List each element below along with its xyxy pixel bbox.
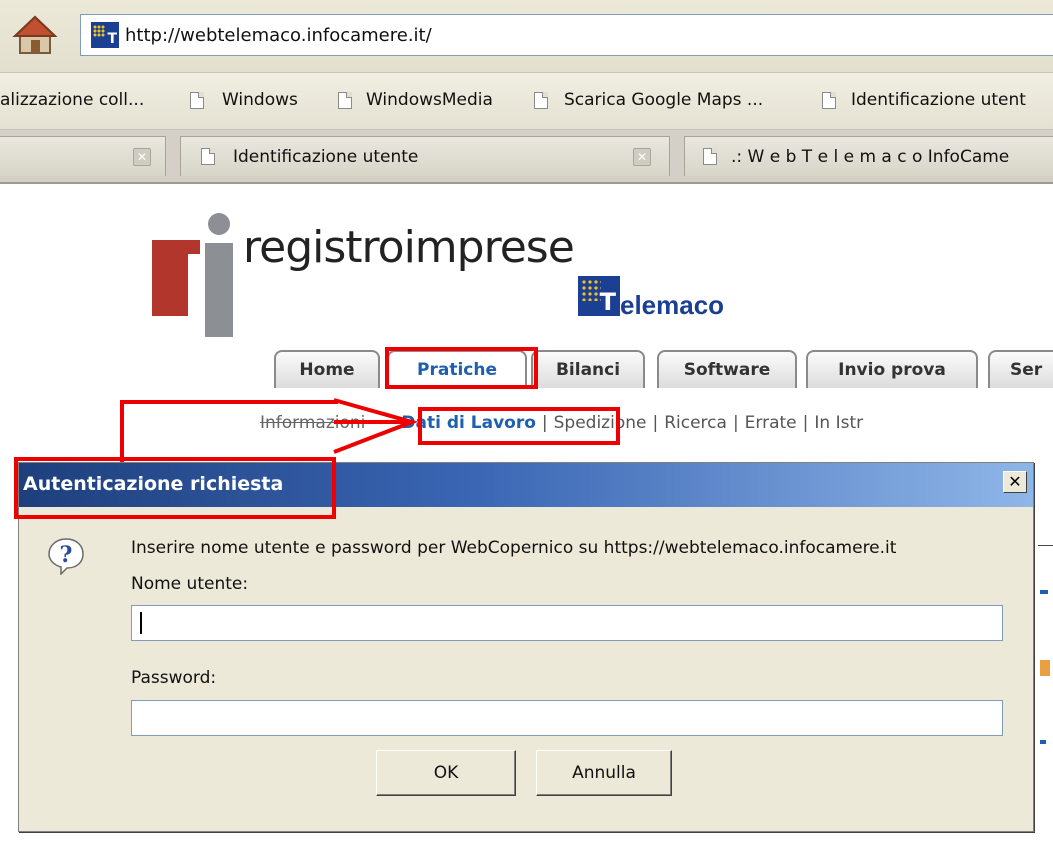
bookmark-item[interactable]: alizzazione coll... [0,90,144,110]
cancel-button[interactable]: Annulla [536,750,672,796]
annotation-arrow-line [120,400,338,404]
url-text[interactable]: http://webtelemaco.infocamere.it/ [125,25,432,46]
site-tab-servizi[interactable]: Ser [988,350,1053,388]
svg-text:?: ? [60,542,73,568]
subnav-separator: | [652,413,659,433]
site-tab-bilanci[interactable]: Bilanci [531,350,645,388]
page-icon [822,92,836,109]
bookmark-item[interactable]: WindowsMedia [366,90,493,110]
page-divider [1038,545,1053,546]
bookmark-item[interactable]: Scarica Google Maps ... [564,90,763,110]
page-fragment [1040,740,1046,744]
home-icon[interactable] [12,14,58,56]
annotation-arrow-head [333,398,419,454]
site-favicon: T [91,22,119,48]
username-label: Nome utente: [131,574,249,594]
site-tab-software[interactable]: Software [657,350,797,388]
logo-mark-grey [205,243,233,337]
browser-tab[interactable]: Identificazione utente ✕ [180,136,670,176]
browser-tab-strip: ✕ Identificazione utente ✕ .: W e b T e … [0,130,1053,184]
subnav-item-errate[interactable]: Errate [745,413,797,433]
annotation-box-pratiche [385,347,538,389]
telemaco-logo-text: elemaco [620,290,725,320]
question-icon: ? [47,537,85,576]
bookmarks-toolbar: alizzazione coll... Windows WindowsMedia… [0,73,1053,130]
text-caret [140,612,142,634]
annotation-arrow-line [120,400,124,462]
site-tab-home[interactable]: Home [274,350,380,388]
page-icon [534,92,548,109]
browser-tab[interactable]: ✕ [0,136,166,176]
site-tab-invio-prova[interactable]: Invio prova [806,350,978,388]
username-input[interactable] [131,605,1003,641]
subnav-item-ricerca[interactable]: Ricerca [664,413,727,433]
annotation-box-dati-di-lavoro [418,407,620,445]
tab-label: .: W e b T e l e m a c o InfoCame [731,147,1010,167]
page-icon [201,148,215,165]
annotation-box-dialog-title [14,457,336,519]
browser-navigation-bar: T http://webtelemaco.infocamere.it/ [0,0,1053,73]
bookmark-item[interactable]: Identificazione utent [851,90,1026,110]
page-icon [703,148,717,165]
telemaco-logo-icon: T [578,276,620,316]
subnav-separator: | [732,413,739,433]
ok-button[interactable]: OK [376,750,516,796]
page-fragment [1040,660,1050,676]
bookmark-item[interactable]: Windows [222,90,298,110]
logo-mark-red-top [152,240,200,254]
password-label: Password: [131,668,217,688]
password-input[interactable] [131,700,1003,736]
registroimprese-logo-text: registroimprese [243,222,575,273]
subnav-item-in-istruttoria[interactable]: In Istr [814,413,863,433]
tab-close-icon[interactable]: ✕ [633,148,651,166]
tab-label: Identificazione utente [233,147,419,167]
logo-dot [208,213,230,235]
dialog-message: Inserire nome utente e password per WebC… [131,538,897,558]
page-icon [190,92,204,109]
page-fragment [1040,590,1048,594]
address-bar[interactable]: T http://webtelemaco.infocamere.it/ [80,14,1053,56]
subnav-separator: | [802,413,809,433]
tab-close-icon[interactable]: ✕ [133,148,151,166]
page-icon [338,92,352,109]
close-icon[interactable]: ✕ [1003,471,1027,493]
browser-tab-active[interactable]: .: W e b T e l e m a c o InfoCame [684,136,1053,176]
